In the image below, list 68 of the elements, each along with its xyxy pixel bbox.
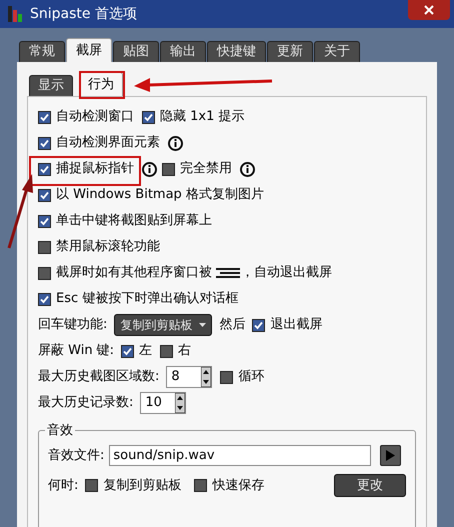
tab[interactable]: 截屏: [66, 38, 112, 62]
info-icon[interactable]: [142, 162, 157, 176]
checkbox[interactable]: [162, 162, 175, 176]
label: 最大历史记录数:: [38, 394, 134, 412]
tab[interactable]: 输出: [160, 41, 206, 62]
tab[interactable]: 常规: [19, 41, 65, 62]
change-button[interactable]: 更改: [334, 474, 406, 497]
window-title: Snipaste 首选项: [30, 4, 137, 24]
checkbox[interactable]: [252, 318, 266, 332]
checkbox[interactable]: [38, 240, 51, 254]
dropdown[interactable]: 复制到剪贴板: [114, 314, 212, 336]
close-icon: [424, 5, 434, 15]
spin-arrows-icon[interactable]: [175, 393, 186, 413]
checkbox[interactable]: [38, 162, 51, 176]
checkbox-label[interactable]: 自动检测界面元素: [56, 133, 160, 153]
highlight-frame: [79, 71, 125, 99]
checkbox-label[interactable]: Esc 键被按下时弹出确认对话框: [56, 289, 238, 309]
checkbox[interactable]: [85, 479, 98, 492]
checkbox-label[interactable]: 单击中键将截图贴到屏幕上: [56, 211, 212, 231]
checkbox-label[interactable]: 退出截屏: [270, 315, 322, 335]
play-icon: [386, 450, 396, 461]
checkbox[interactable]: [160, 344, 174, 358]
checkbox-label[interactable]: 以 Windows Bitmap 格式复制图片: [56, 185, 264, 205]
checkbox-label[interactable]: 右: [178, 341, 192, 361]
checkbox[interactable]: [38, 110, 51, 124]
label: 屏蔽 Win 键:: [38, 342, 114, 360]
checkbox-label[interactable]: 截屏时如有其他程序窗口被: [56, 263, 212, 283]
checkbox-label[interactable]: 完全禁用: [180, 159, 232, 179]
checkbox-label[interactable]: 快速保存: [212, 476, 264, 496]
checkbox-label[interactable]: 捕捉鼠标指针: [56, 159, 134, 179]
field-label: 何时:: [48, 476, 78, 495]
info-icon[interactable]: [168, 136, 183, 150]
caret-icon: [199, 323, 206, 327]
checkbox[interactable]: [38, 188, 51, 202]
label: 回车键功能:: [38, 316, 108, 334]
sub-tab[interactable]: 显示: [29, 75, 73, 96]
label: 然后: [219, 316, 246, 334]
checkbox-label[interactable]: 隐藏 1x1 提示: [160, 107, 244, 127]
checkbox-label[interactable]: 复制到剪贴板: [103, 476, 182, 496]
tab[interactable]: 更新: [267, 41, 313, 62]
tab[interactable]: 关于: [314, 41, 360, 62]
file-field[interactable]: sound/snip.wav: [109, 445, 372, 466]
checkbox[interactable]: [38, 136, 51, 150]
lines-icon: [216, 268, 240, 278]
field-label: 音效文件:: [48, 446, 104, 465]
checkbox-label[interactable]: 自动检测窗口: [56, 107, 134, 127]
checkbox[interactable]: [121, 344, 134, 358]
sub-tab[interactable]: 行为: [79, 72, 123, 96]
checkbox-label[interactable]: 循环: [238, 367, 264, 387]
label: 最大历史截图区域数:: [38, 368, 160, 386]
play-button[interactable]: [380, 445, 402, 466]
close-button[interactable]: [408, 0, 450, 20]
spin-arrows-icon[interactable]: [201, 367, 212, 387]
checkbox[interactable]: [38, 292, 51, 306]
tab[interactable]: 贴图: [113, 41, 159, 62]
checkbox[interactable]: [142, 110, 155, 124]
info-icon[interactable]: [240, 162, 255, 176]
tab[interactable]: 快捷键: [207, 41, 266, 62]
label: ，自动退出截屏: [241, 264, 332, 282]
checkbox[interactable]: [38, 214, 51, 228]
checkbox[interactable]: [220, 370, 234, 384]
app-icon: [8, 6, 22, 22]
checkbox[interactable]: [38, 266, 51, 280]
spin-box[interactable]: 8: [166, 366, 212, 388]
checkbox-label[interactable]: 左: [139, 341, 152, 361]
checkbox[interactable]: [194, 479, 208, 492]
spin-box[interactable]: 10: [140, 392, 186, 414]
checkbox-label[interactable]: 禁用鼠标滚轮功能: [56, 237, 160, 257]
